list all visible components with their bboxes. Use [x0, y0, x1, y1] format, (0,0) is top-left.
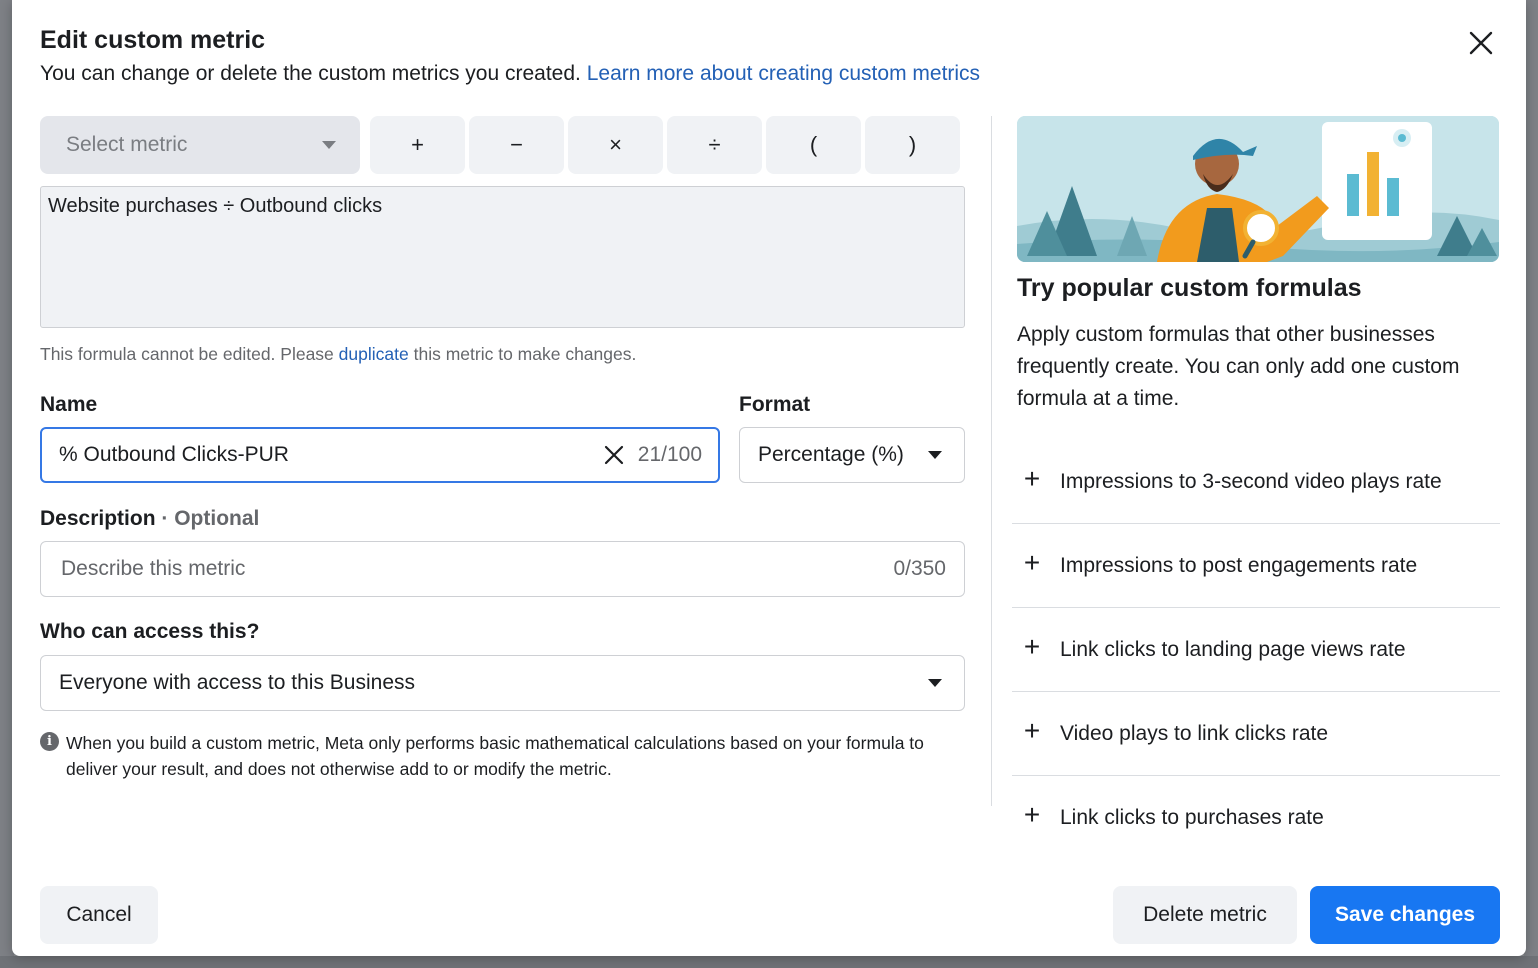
formula-note-text-end: this metric to make changes. [413, 344, 637, 364]
operator-close-paren-button[interactable]: ) [865, 116, 960, 174]
illustration-graphic [1017, 116, 1499, 262]
access-label: Who can access this? [40, 620, 260, 643]
plus-icon: + [1023, 546, 1041, 578]
info-note-text: When you build a custom metric, Meta onl… [66, 733, 924, 779]
name-value: % Outbound Clicks-PUR [59, 443, 289, 466]
operator-open-paren-button[interactable]: ( [766, 116, 861, 174]
clear-icon [604, 445, 623, 465]
caret-down-icon [928, 451, 942, 459]
name-label: Name [40, 393, 98, 416]
popular-formula-label: Link clicks to purchases rate [1060, 806, 1324, 829]
access-dropdown[interactable]: Everyone with access to this Business [40, 655, 965, 711]
name-char-count: 21/100 [637, 443, 702, 466]
subtitle-text: You can change or delete the custom metr… [40, 62, 581, 85]
clear-button[interactable] [604, 445, 624, 465]
name-field[interactable]: % Outbound Clicks-PUR 21/100 [40, 427, 720, 483]
plus-icon: + [1023, 630, 1041, 662]
format-label: Format [739, 393, 811, 416]
popular-formula-item[interactable]: + Video plays to link clicks rate [1012, 692, 1500, 776]
backdrop [0, 956, 1538, 968]
popular-formula-label: Video plays to link clicks rate [1060, 721, 1329, 745]
popular-formula-label: Link clicks to landing page views rate [1060, 637, 1406, 661]
access-value: Everyone with access to this Business [59, 671, 415, 694]
formula-note-text: This formula cannot be edited. Please [40, 344, 334, 364]
formula-note: This formula cannot be edited. Please du… [40, 344, 636, 365]
close-button[interactable] [1464, 26, 1498, 60]
plus-icon: + [1023, 714, 1041, 746]
popular-formula-label: Impressions to 3-second video plays rate [1060, 469, 1442, 493]
description-input[interactable] [59, 556, 894, 582]
format-dropdown[interactable]: Percentage (%) [739, 427, 965, 483]
caret-down-icon [322, 141, 336, 149]
edit-custom-metric-dialog: Edit custom metric You can change or del… [12, 0, 1526, 956]
info-icon: i [40, 732, 59, 751]
caret-down-icon [928, 679, 942, 687]
plus-icon: + [1023, 799, 1041, 830]
description-field[interactable]: 0/350 [40, 541, 965, 597]
select-metric-dropdown[interactable]: Select metric [40, 116, 360, 174]
duplicate-link[interactable]: duplicate [339, 344, 409, 364]
cancel-button[interactable]: Cancel [40, 886, 158, 944]
close-icon [1469, 31, 1493, 55]
operator-plus-button[interactable]: + [370, 116, 465, 174]
popular-formula-item[interactable]: + Impressions to post engagements rate [1012, 524, 1500, 608]
info-note: i When you build a custom metric, Meta o… [40, 730, 940, 782]
optional-separator: · [161, 507, 169, 530]
learn-more-link[interactable]: Learn more about creating custom metrics [587, 62, 980, 85]
select-metric-placeholder: Select metric [66, 133, 188, 156]
formula-textarea: Website purchases ÷ Outbound clicks [40, 186, 965, 328]
dialog-subtitle: You can change or delete the custom metr… [40, 62, 980, 86]
popular-formulas-title: Try popular custom formulas [1017, 274, 1362, 302]
format-value: Percentage (%) [758, 443, 904, 466]
popular-formula-item[interactable]: + Impressions to 3-second video plays ra… [1012, 440, 1500, 524]
dialog-title: Edit custom metric [40, 26, 266, 54]
operator-multiply-button[interactable]: × [568, 116, 663, 174]
delete-metric-button[interactable]: Delete metric [1113, 886, 1297, 944]
plus-icon: + [1023, 462, 1041, 494]
popular-formula-item[interactable]: + Link clicks to landing page views rate [1012, 608, 1500, 692]
popular-formulas-description: Apply custom formulas that other busines… [1017, 323, 1460, 410]
save-changes-button[interactable]: Save changes [1310, 886, 1500, 944]
formula-text: Website purchases ÷ Outbound clicks [48, 195, 383, 217]
description-char-count: 0/350 [893, 557, 946, 580]
popular-formula-item[interactable]: + Link clicks to purchases rate [1012, 776, 1500, 860]
description-label: Description · Optional [40, 507, 259, 531]
popular-formula-label: Impressions to post engagements rate [1060, 553, 1418, 577]
backdrop [1524, 0, 1538, 968]
optional-tag: Optional [174, 507, 260, 530]
description-label-text: Description [40, 507, 156, 530]
column-divider [991, 116, 992, 806]
operator-minus-button[interactable]: − [469, 116, 564, 174]
operator-divide-button[interactable]: ÷ [667, 116, 762, 174]
popular-formulas-illustration [1017, 116, 1499, 262]
